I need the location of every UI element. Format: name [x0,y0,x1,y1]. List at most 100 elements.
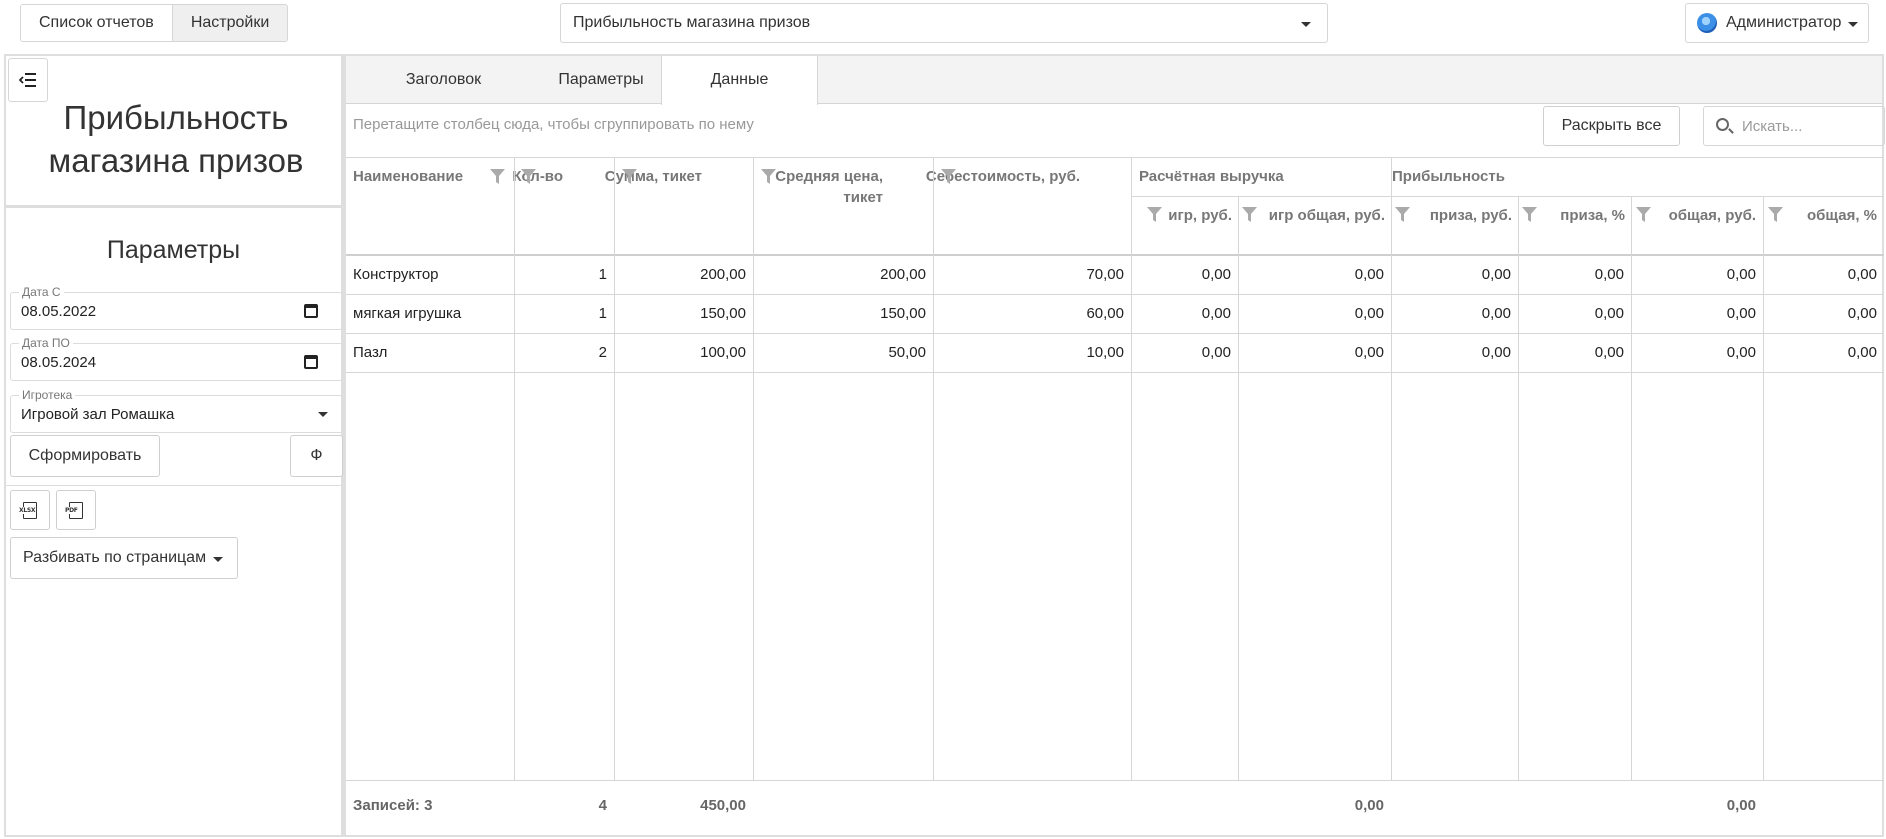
search-placeholder: Искать... [1742,118,1803,135]
group-panel-hint[interactable]: Перетащите столбец сюда, чтобы сгруппиро… [353,116,754,133]
nav-settings[interactable]: Настройки [171,5,288,41]
filter-icon[interactable] [1395,207,1410,223]
table-cell: 0,00 [1201,344,1231,361]
band-divider [1132,196,1884,197]
top-bar: Список отчетов Настройки Прибыльность ма… [0,0,1886,54]
tab-parameters[interactable]: Параметры [541,56,661,104]
search-icon [1716,118,1729,131]
left-panel: Прибыльность магазина призов Параметры Д… [4,54,344,837]
collapse-left-icon [19,73,36,87]
table-cell: 70,00 [1086,266,1124,283]
table-cell: 0,00 [1201,266,1231,283]
divider [6,485,341,486]
row-divider [346,372,1884,373]
column-header-rev-game[interactable]: игр, руб. [1151,205,1232,226]
filter-icon[interactable] [1636,207,1651,223]
filter-icon[interactable] [490,169,505,185]
footer-qty: 4 [598,797,607,814]
generate-button[interactable]: Сформировать [10,435,160,477]
column-header-profit-prize[interactable]: приза, руб. [1392,205,1512,226]
table-cell: 0,00 [1481,305,1511,322]
table-cell: 1 [598,305,607,322]
export-xlsx-button[interactable]: XLSX [10,490,50,530]
table-cell: 150,00 [700,305,746,322]
pdf-file-icon: PDF [65,502,83,519]
nav-reports-list[interactable]: Список отчетов [21,5,172,41]
table-cell: 0,00 [1847,305,1877,322]
column-divider [614,158,615,780]
footer-top-border [346,780,1884,781]
column-divider [753,158,754,780]
filter-icon[interactable] [521,169,536,185]
calendar-icon[interactable] [304,304,318,318]
user-menu-button[interactable]: Администратор [1685,3,1869,43]
report-title: Прибыльность магазина призов [48,99,304,179]
table-cell: 0,00 [1481,344,1511,361]
table-cell: 0,00 [1594,305,1624,322]
filter-icon[interactable] [1522,207,1537,223]
date-to-field[interactable]: Дата ПО 08.05.2024 [10,336,343,381]
table-cell: 100,00 [700,344,746,361]
band-header-revenue: Расчётная выручка [1139,168,1284,185]
table-cell: 2 [598,344,607,361]
column-divider [514,158,515,780]
calendar-icon[interactable] [304,355,318,369]
f-button[interactable]: Ф [290,435,343,477]
table-cell: 0,00 [1847,266,1877,283]
tab-bar: Заголовок Параметры Данные [346,56,1882,105]
chevron-down-icon [1301,22,1311,27]
footer-sum: 450,00 [700,797,746,814]
footer-records: Записей: 3 [353,797,433,814]
filter-icon[interactable] [1242,207,1257,223]
table-cell: мягкая игрушка [353,305,462,322]
filter-icon[interactable] [622,169,637,185]
date-to-label: Дата ПО [19,336,73,350]
xlsx-file-icon: XLSX [19,502,37,519]
column-divider [933,158,934,780]
tab-header[interactable]: Заголовок [346,56,541,104]
filter-icon[interactable] [941,169,956,185]
params-title: Параметры [106,236,241,264]
chevron-down-icon [1848,22,1858,27]
filter-icon[interactable] [1768,207,1783,223]
column-header-rev-game-total[interactable]: игр общая, руб. [1239,205,1385,226]
table-cell: 0,00 [1354,305,1384,322]
export-pdf-button[interactable]: PDF [56,490,96,530]
column-header-cost[interactable]: Себестоимость, руб. [883,166,1080,187]
table-cell: 0,00 [1726,344,1756,361]
paging-select[interactable]: Разбивать по страницам [10,537,238,579]
tab-data[interactable]: Данные [661,56,818,105]
table-cell: 0,00 [1726,305,1756,322]
data-grid: Расчётная выручка Прибыльность Наименова… [346,157,1884,837]
date-from-label: Дата С [19,285,64,299]
report-select[interactable]: Прибыльность магазина призов [560,3,1328,43]
table-cell: 0,00 [1354,266,1384,283]
table-cell: 0,00 [1354,344,1384,361]
chevron-down-icon [213,557,223,562]
table-cell: 200,00 [880,266,926,283]
table-cell: 0,00 [1201,305,1231,322]
search-input[interactable]: Искать... [1703,106,1885,146]
table-cell: 0,00 [1481,266,1511,283]
band-header-profit: Прибыльность [1392,168,1505,185]
right-panel: Заголовок Параметры Данные Перетащите ст… [344,54,1885,837]
report-select-value: Прибыльность магазина призов [573,14,811,31]
column-header-name[interactable]: Наименование [353,166,463,187]
date-from-field[interactable]: Дата С 08.05.2022 [10,285,343,330]
table-cell: 150,00 [880,305,926,322]
table-cell: 0,00 [1594,344,1624,361]
filter-icon[interactable] [1147,207,1162,223]
expand-all-button[interactable]: Раскрыть все [1543,106,1680,146]
globe-icon [1697,13,1717,33]
table-cell: 0,00 [1847,344,1877,361]
chevron-down-icon [318,412,328,417]
playroom-select[interactable]: Игротека Игровой зал Ромашка [10,388,343,433]
filter-icon[interactable] [761,169,776,185]
playroom-value: Игровой зал Ромашка [21,406,175,423]
footer-profit-total: 0,00 [1726,797,1756,814]
column-divider [1391,158,1392,780]
date-to-value: 08.05.2024 [21,354,97,371]
table-cell: 10,00 [1086,344,1124,361]
table-cell: Пазл [353,344,388,361]
table-cell: 50,00 [888,344,926,361]
